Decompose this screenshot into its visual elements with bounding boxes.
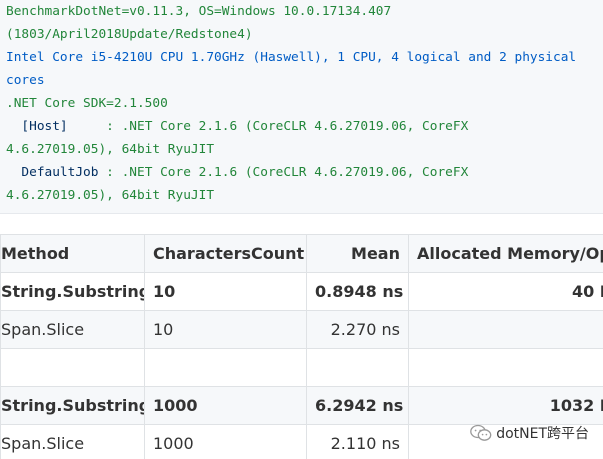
watermark-text: dotNET跨平台: [496, 426, 589, 442]
cell-allocated-memory: [408, 348, 603, 387]
host-value: .NET Core 2.1.6 (CoreCLR 4.6.27019.06, C…: [121, 119, 469, 134]
header-method: Method: [0, 234, 145, 273]
table-row-empty: [0, 348, 603, 387]
cell-mean: 6.2942 ns: [306, 386, 409, 425]
cell-method: String.Substring: [0, 272, 145, 311]
header-mean: Mean: [306, 234, 409, 273]
host-line: [Host] : .NET Core 2.1.6 (CoreCLR 4.6.27…: [6, 115, 603, 138]
cell-allocated-memory: -: [408, 310, 603, 349]
cell-allocated-memory: 40 B: [408, 272, 603, 311]
cpu-line-continued: cores: [6, 73, 45, 88]
watermark: dotNET跨平台: [470, 423, 589, 443]
defaultjob-value: .NET Core 2.1.6 (CoreCLR 4.6.27019.06, C…: [121, 165, 469, 180]
defaultjob-line-continued: 4.6.27019.05), 64bit RyuJIT: [6, 188, 215, 203]
sdk-line: .NET Core SDK=2.1.500: [6, 96, 168, 111]
cell-characters-count: 10: [144, 272, 307, 311]
defaultjob-line: DefaultJob : .NET Core 2.1.6 (CoreCLR 4.…: [6, 161, 603, 184]
cell-method: String.Substring: [0, 386, 145, 425]
table-row: Span.Slice 10 2.270 ns -: [0, 310, 603, 349]
host-line-continued: 4.6.27019.05), 64bit RyuJIT: [6, 142, 215, 157]
benchmark-version-line: BenchmarkDotNet=v0.11.3, OS=Windows 10.0…: [6, 4, 392, 19]
cell-characters-count: 1000: [144, 424, 307, 459]
cell-characters-count: 10: [144, 310, 307, 349]
benchmark-environment-code-block: BenchmarkDotNet=v0.11.3, OS=Windows 10.0…: [0, 0, 603, 214]
table-header-row: Method CharactersCount Mean Allocated Me…: [0, 234, 603, 273]
host-separator: :: [67, 119, 122, 134]
cell-mean: [306, 348, 409, 387]
cell-mean: 2.270 ns: [306, 310, 409, 349]
wechat-icon: [470, 424, 492, 441]
cell-method: Span.Slice: [0, 310, 145, 349]
host-label: [Host]: [6, 119, 68, 134]
cell-characters-count: 1000: [144, 386, 307, 425]
cell-mean: 0.8948 ns: [306, 272, 409, 311]
cell-method: [0, 348, 145, 387]
header-characters-count: CharactersCount: [144, 234, 307, 273]
table-row: String.Substring 1000 6.2942 ns 1032 B: [0, 386, 603, 425]
defaultjob-separator: :: [98, 165, 122, 180]
defaultjob-label: DefaultJob: [6, 165, 99, 180]
cell-method: Span.Slice: [0, 424, 145, 459]
cpu-line: Intel Core i5-4210U CPU 1.70GHz (Haswell…: [6, 50, 577, 65]
cell-characters-count: [144, 348, 307, 387]
cell-mean: 2.110 ns: [306, 424, 409, 459]
cell-allocated-memory: 1032 B: [408, 386, 603, 425]
os-build-line: (1803/April2018Update/Redstone4): [6, 27, 253, 42]
table-row: String.Substring 10 0.8948 ns 40 B: [0, 272, 603, 311]
header-allocated-memory: Allocated Memory/Op: [408, 234, 603, 273]
